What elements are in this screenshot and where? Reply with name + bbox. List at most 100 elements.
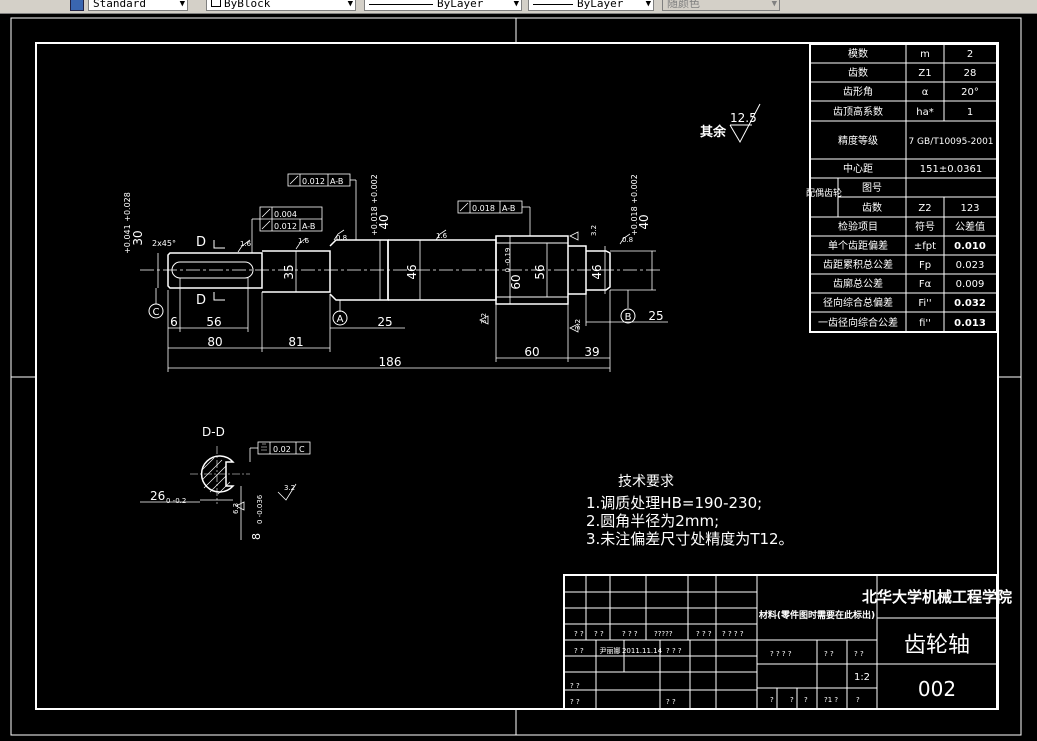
dim-80: 80 — [207, 335, 222, 349]
drawing-number: 002 — [918, 677, 956, 701]
param-value: 2 — [967, 49, 973, 60]
placeholder-cell: ? ? ? ? — [722, 630, 744, 638]
param-name: 齿距累积总公差 — [823, 258, 893, 271]
param-value: 0.010 — [954, 241, 986, 252]
tolerance-texts: 0.012 A-B 0.004 0.012 A-B 0.018 A-B — [274, 177, 515, 231]
param-symbol: α — [922, 87, 929, 98]
roughness-1-6: 1.6 — [436, 232, 448, 240]
dim-40-right: 40 — [637, 214, 651, 229]
plot-style-select[interactable]: 随颜色 ▼ — [662, 0, 780, 11]
placeholder-cell: ? ? — [570, 698, 580, 706]
dim-25: 25 — [377, 315, 392, 329]
param-name: 齿数 — [862, 201, 882, 214]
scale: 1:2 — [854, 672, 870, 683]
param-name: 图号 — [862, 182, 882, 194]
color-value: ByBlock — [224, 0, 271, 10]
tol-runout-2: 0.012 — [274, 222, 297, 231]
roughness-0-8: 0.8 — [622, 236, 633, 244]
text-style-icon[interactable] — [70, 0, 84, 11]
param-name: 齿形角 — [843, 86, 873, 98]
param-symbol: 符号 — [915, 220, 935, 233]
tol-symmetry-ref: C — [299, 445, 305, 454]
placeholder-cell: ?1 ? — [824, 696, 838, 704]
placeholder-cell: ? ? — [574, 630, 584, 638]
param-value: 0.009 — [956, 279, 985, 290]
section-view-dd: D-D 0.02 C 26 0 -0.2 8 0 -0.036 6.3 3.2 — [140, 425, 311, 540]
tech-req-title: 技术要求 — [618, 474, 674, 490]
part-name: 齿轮轴 — [904, 633, 970, 658]
drawing-canvas[interactable]: 模数 m 2 齿数 Z1 28 齿形角 α 20° 齿顶高系数 ha* 1 精度… — [0, 14, 1037, 741]
param-name: 齿数 — [848, 66, 868, 79]
color-select[interactable]: ByBlock ▼ — [206, 0, 356, 11]
datum-a: A — [337, 314, 344, 325]
param-name: 单个齿距偏差 — [828, 239, 888, 252]
param-name: 中心距 — [843, 162, 873, 175]
dim-chamfer: 2x45° — [152, 239, 176, 248]
param-name: 精度等级 — [838, 134, 878, 147]
tol-runout-2-ref: A-B — [302, 222, 315, 231]
placeholder-cell: ? ? ? — [622, 630, 638, 638]
linetype-select[interactable]: ByLayer ▼ — [364, 0, 522, 11]
toolbar: Standard ▼ ByBlock ▼ ByLayer ▼ ByLayer ▼ 随颜色… — [0, 0, 1037, 14]
roughness-3-2: 3.2 — [590, 225, 598, 236]
param-name: 一齿径向综合公差 — [818, 316, 898, 329]
dim-186: 186 — [379, 355, 402, 369]
tol-runout-3: 0.018 — [472, 204, 495, 213]
dim-60-tol: 0 -0.19 — [504, 248, 512, 273]
school-name: 北华大学机械工程学院 — [862, 588, 1012, 606]
param-symbol: Fi'' — [918, 298, 931, 309]
param-value: 123 — [960, 203, 979, 214]
placeholder-cell: ? ? ? — [666, 647, 682, 655]
param-symbol: Fα — [919, 279, 932, 290]
tech-req-item: 3.未注偏差尺寸处精度为T12。 — [586, 530, 794, 548]
param-value: 0.032 — [954, 298, 986, 309]
shaft-main-view — [140, 235, 660, 305]
roughness-general: 其余 12.5 — [700, 103, 761, 144]
chevron-down-icon: ▼ — [347, 0, 353, 9]
param-symbol: Z1 — [918, 68, 931, 79]
placeholder-cell: ? ? ? — [696, 630, 712, 638]
designer: 尹丽娜 — [600, 646, 621, 655]
dimension-texts: 186 80 81 6 56 25 60 39 25 35 46 56 46 3… — [123, 174, 664, 369]
dim-40-tol: +0.018 +0.002 — [370, 174, 379, 236]
param-name: 齿顶高系数 — [833, 105, 883, 118]
param-symbol: Z2 — [918, 203, 931, 214]
tol-symmetry: 0.02 — [273, 445, 291, 454]
placeholder-cell: ? ? — [824, 650, 834, 658]
technical-requirements: 技术要求 1.调质处理HB=190-230; 2.圆角半径为2mm; 3.未注偏… — [586, 474, 794, 548]
roughness-note: 其余 — [700, 124, 727, 140]
param-symbol: m — [920, 49, 930, 60]
section-letter-top: D — [196, 235, 206, 250]
dim-8-tol: 0 -0.036 — [256, 494, 264, 524]
placeholder-cell: ? — [856, 696, 860, 704]
placeholder-cell: ? ? ? ? — [770, 650, 792, 658]
linetype-value: ByLayer — [437, 0, 484, 10]
param-value: 0.013 — [954, 318, 986, 329]
param-value: 20° — [961, 87, 979, 98]
section-markers: D D — [196, 235, 225, 308]
param-symbol: Fp — [919, 260, 931, 271]
text-style-select[interactable]: Standard ▼ — [88, 0, 188, 11]
placeholder-cell: ? ? — [574, 647, 584, 655]
param-value: 151±0.0361 — [920, 164, 982, 175]
param-name: 径向综合总偏差 — [823, 296, 893, 309]
chevron-down-icon: ▼ — [179, 0, 185, 9]
dim-35: 35 — [282, 264, 296, 279]
lineweight-select[interactable]: ByLayer ▼ — [528, 0, 654, 11]
material-note: 材料(零件图时需要在此标出) — [758, 609, 875, 621]
plot-style-value: 随颜色 — [667, 0, 700, 10]
placeholder-cell: ? — [804, 696, 808, 704]
param-symbol: ±fpt — [914, 241, 936, 252]
dim-26-tol: 0 -0.2 — [166, 497, 186, 505]
datum-b: B — [625, 312, 632, 323]
lineweight-value: ByLayer — [577, 0, 624, 10]
placeholder-cell: ? — [770, 696, 774, 704]
dim-26: 26 — [150, 489, 165, 503]
section-label: D-D — [202, 425, 225, 439]
dim-25-right: 25 — [648, 309, 663, 323]
dim-46: 46 — [405, 264, 419, 279]
placeholder-cell: ? — [790, 696, 794, 704]
param-symbol: fi'' — [919, 318, 931, 329]
roughness-6-3: 6.3 — [232, 503, 240, 514]
param-value: 0.023 — [956, 260, 985, 271]
